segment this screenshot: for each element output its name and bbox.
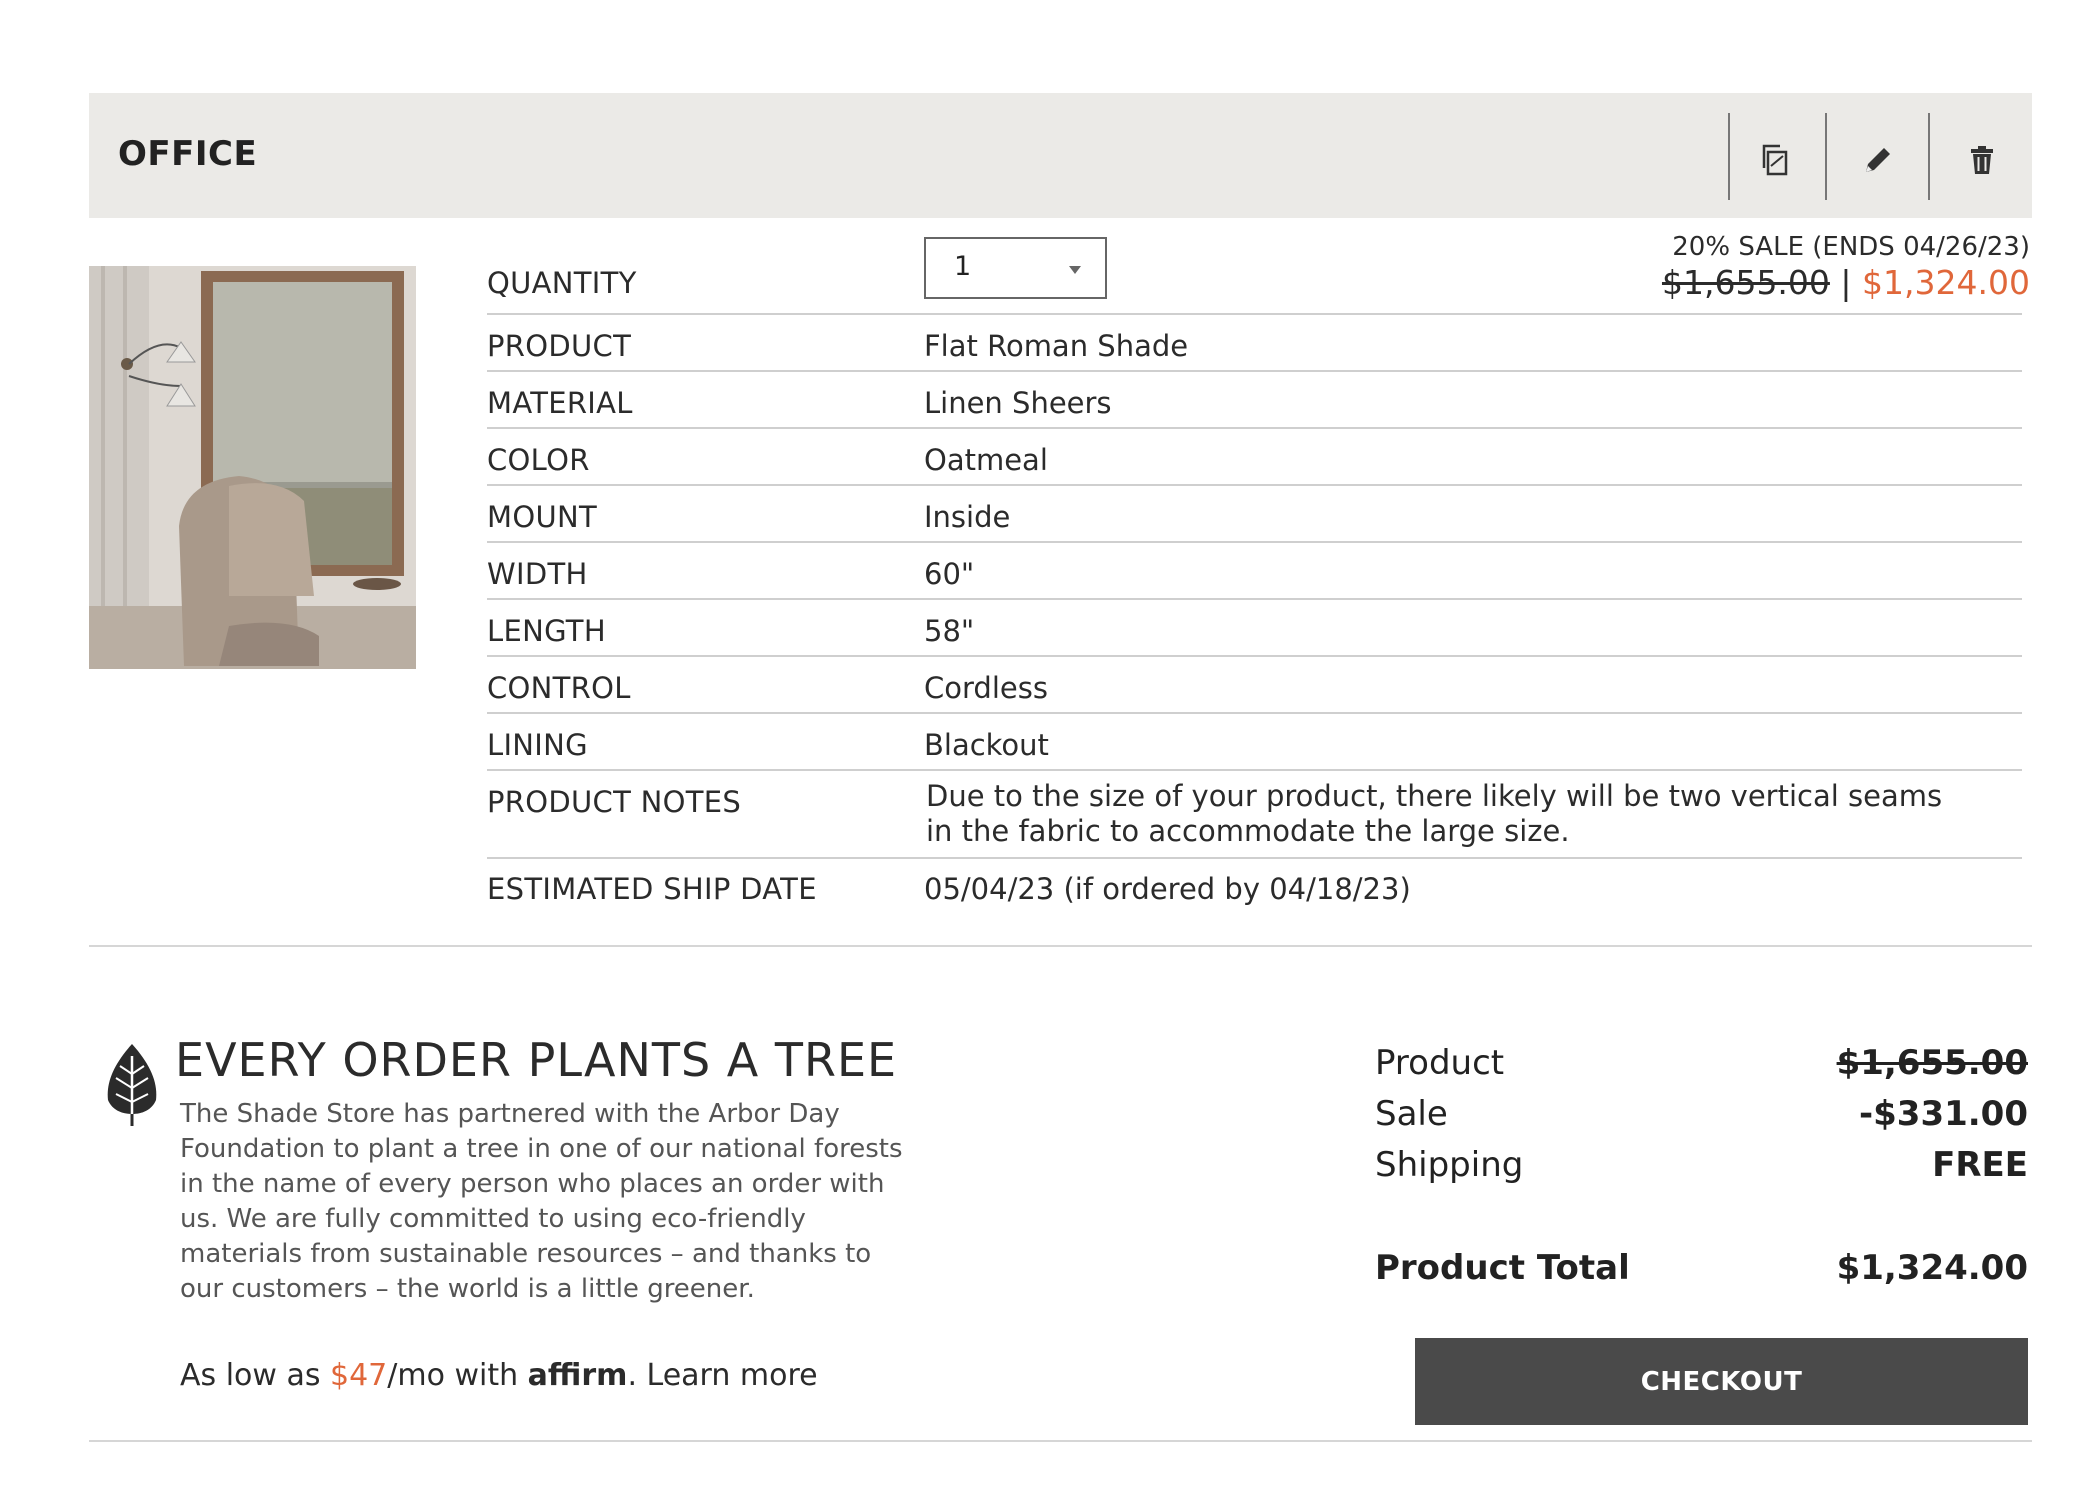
checkout-button[interactable]: CHECKOUT	[1415, 1338, 2028, 1425]
spec-value-lining: Blackout	[924, 728, 1049, 762]
trash-icon	[1971, 146, 1993, 174]
affirm-suffix: /mo with	[387, 1358, 528, 1393]
pencil-icon	[1866, 148, 1890, 172]
tree-description: The Shade Store has partnered with the A…	[180, 1099, 903, 1304]
leaf-icon	[107, 1044, 157, 1126]
summary-total-label: Product Total	[1375, 1248, 1630, 1288]
summary-total-value: $1,324.00	[1836, 1248, 2028, 1288]
spec-label-material: MATERIAL	[487, 386, 633, 420]
original-price: $1,655.00	[1661, 263, 1830, 302]
spec-value-ship-date: 05/04/23 (if ordered by 04/18/23)	[924, 872, 1411, 906]
toolbar-divider	[1825, 113, 1827, 200]
affirm-learn-more-link[interactable]: . Learn more	[627, 1358, 817, 1393]
row-divider	[487, 857, 2022, 859]
spec-value-control: Cordless	[924, 671, 1048, 705]
spec-value-length: 58"	[924, 614, 975, 648]
row-divider	[487, 655, 2022, 657]
copy-icon	[1762, 144, 1788, 176]
row-divider	[487, 484, 2022, 486]
section-divider	[89, 945, 2032, 947]
item-price: $1,655.00 | $1,324.00	[1560, 263, 2030, 302]
toolbar-divider	[1728, 113, 1730, 200]
sale-notice: 20% SALE (ENDS 04/26/23)	[1672, 232, 2030, 262]
row-divider	[487, 598, 2022, 600]
delete-button[interactable]	[1942, 120, 2022, 200]
row-divider	[487, 427, 2022, 429]
quantity-label: QUANTITY	[487, 266, 637, 300]
duplicate-button[interactable]	[1735, 120, 1815, 200]
spec-label-color: COLOR	[487, 443, 590, 477]
row-divider	[487, 370, 2022, 372]
summary-shipping-value: FREE	[1932, 1145, 2028, 1185]
spec-label-mount: MOUNT	[487, 500, 597, 534]
affirm-logo: affirm	[527, 1358, 628, 1393]
product-image	[89, 266, 416, 669]
quantity-value: 1	[954, 251, 972, 282]
row-divider	[487, 712, 2022, 714]
spec-label-width: WIDTH	[487, 557, 588, 591]
spec-value-width: 60"	[924, 557, 975, 591]
spec-value-material: Linen Sheers	[924, 386, 1112, 420]
room-title: OFFICE	[118, 134, 258, 174]
spec-value-color: Oatmeal	[924, 443, 1048, 477]
spec-label-product: PRODUCT	[487, 329, 632, 363]
summary-sale-label: Sale	[1375, 1094, 1448, 1134]
tree-title: EVERY ORDER PLANTS A TREE	[175, 1033, 898, 1087]
price-separator: |	[1840, 263, 1852, 302]
section-divider	[89, 1440, 2032, 1442]
spec-label-notes: PRODUCT NOTES	[487, 785, 742, 819]
spec-value-product: Flat Roman Shade	[924, 329, 1189, 363]
affirm-prefix: As low as	[180, 1358, 330, 1393]
summary-product-label: Product	[1375, 1043, 1505, 1083]
spec-value-notes: Due to the size of your product, there l…	[926, 779, 1943, 848]
edit-button[interactable]	[1838, 120, 1918, 200]
chevron-down-icon	[1069, 266, 1081, 274]
summary-sale-value: -$331.00	[1859, 1094, 2028, 1134]
spec-value-mount: Inside	[924, 500, 1011, 534]
affirm-financing: As low as $47/mo with affirm. Learn more	[180, 1358, 818, 1393]
spec-label-control: CONTROL	[487, 671, 631, 705]
spec-label-lining: LINING	[487, 728, 588, 762]
row-divider	[487, 313, 2022, 315]
spec-label-length: LENGTH	[487, 614, 606, 648]
spec-label-ship-date: ESTIMATED SHIP DATE	[487, 872, 817, 906]
sale-price: $1,324.00	[1862, 263, 2030, 302]
row-divider	[487, 541, 2022, 543]
toolbar-divider	[1928, 113, 1930, 200]
row-divider	[487, 769, 2022, 771]
summary-shipping-label: Shipping	[1375, 1145, 1524, 1185]
summary-product-value: $1,655.00	[1836, 1043, 2028, 1083]
affirm-amount: $47	[330, 1358, 388, 1393]
